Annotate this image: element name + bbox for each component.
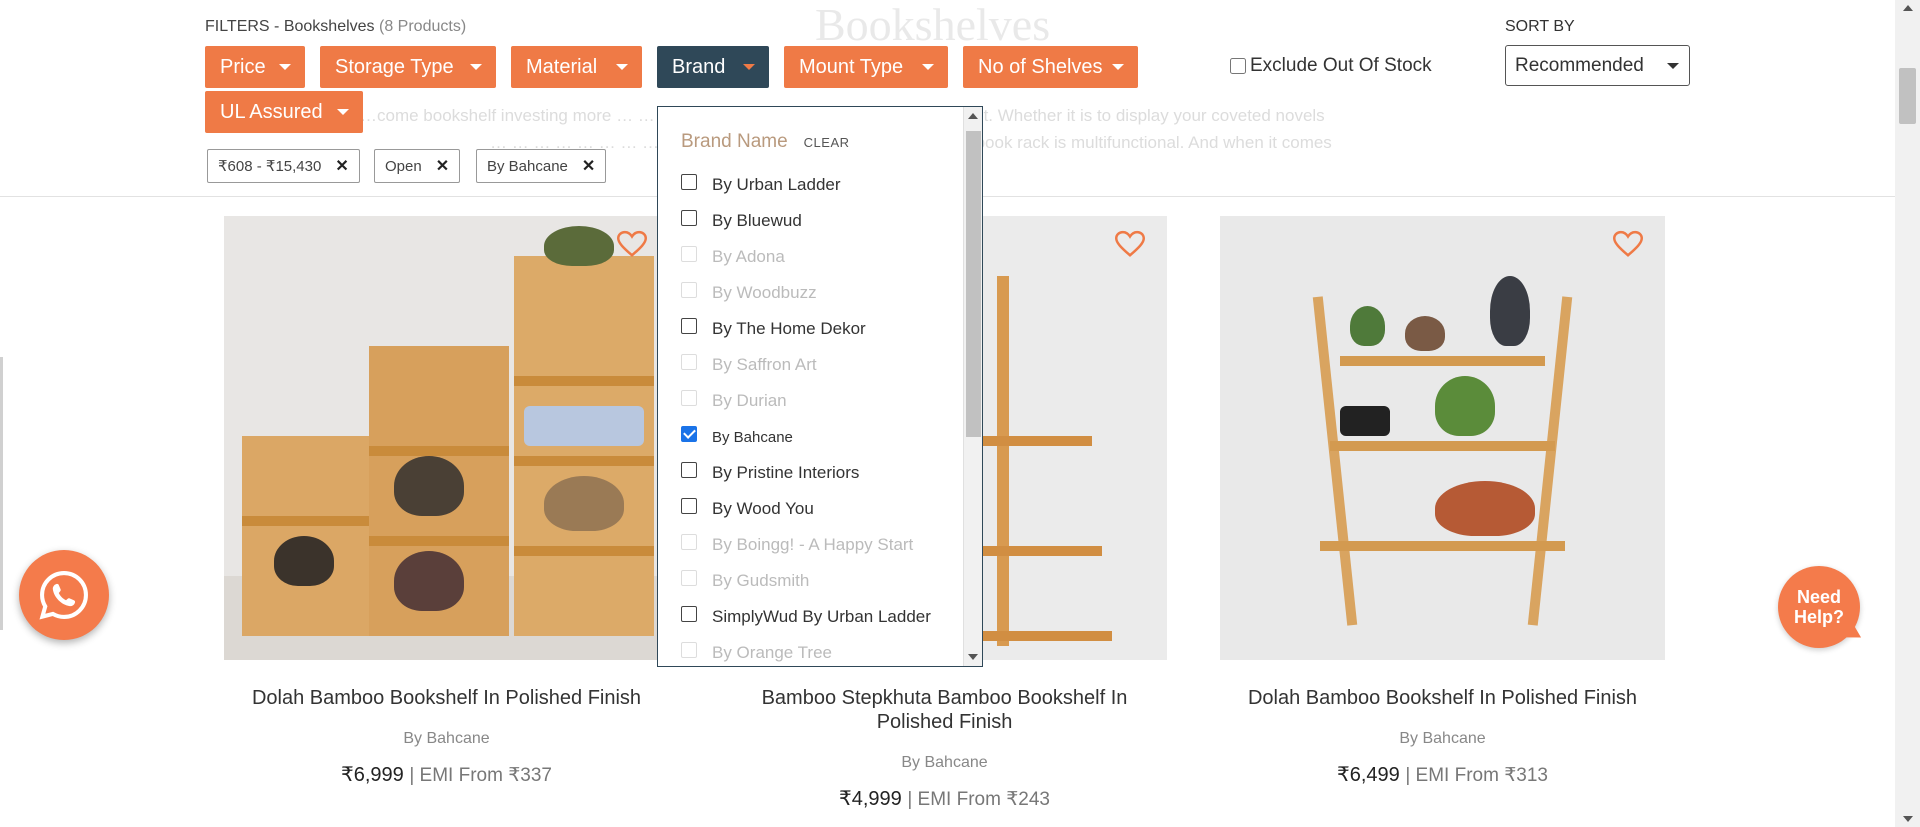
exclude-out-of-stock-checkbox[interactable]	[1230, 58, 1246, 74]
filter-mount-type-button[interactable]: Mount Type	[784, 46, 948, 88]
scroll-up-icon[interactable]	[968, 113, 978, 119]
product-count: (8 Products)	[379, 18, 467, 35]
checkbox	[681, 390, 697, 406]
checkbox[interactable]	[681, 210, 697, 226]
need-help-button[interactable]: Need Help?	[1778, 566, 1860, 648]
product-image[interactable]	[224, 216, 669, 660]
brand-option[interactable]: By Wood You	[681, 491, 951, 527]
product-brand: By Bahcane	[1399, 730, 1486, 747]
side-tab	[0, 357, 3, 630]
checkbox	[681, 246, 697, 262]
brand-option[interactable]: By The Home Dekor	[681, 311, 951, 347]
scroll-down-icon[interactable]	[1903, 816, 1913, 822]
filter-no-of-shelves-button[interactable]: No of Shelves	[963, 46, 1138, 88]
filter-ul-assured-button[interactable]: UL Assured	[205, 91, 363, 133]
brand-option[interactable]: By Bahcane	[681, 419, 951, 455]
product-card[interactable]: Dolah Bamboo Bookshelf In Polished Finis…	[224, 216, 669, 787]
product-brand: By Bahcane	[403, 730, 490, 747]
product-brand: By Bahcane	[901, 754, 988, 771]
close-icon[interactable]: ✕	[436, 156, 449, 176]
filter-brand-button[interactable]: Brand	[657, 46, 769, 88]
close-icon[interactable]: ✕	[335, 156, 348, 176]
scrollbar-thumb[interactable]	[1899, 68, 1916, 124]
brand-dropdown[interactable]: Brand Name CLEAR By Urban Ladder By Blue…	[657, 106, 983, 667]
brand-dropdown-header: Brand Name CLEAR	[681, 131, 850, 153]
filter-price-button[interactable]: Price	[205, 46, 305, 88]
brand-option: By Boingg! - A Happy Start	[681, 527, 951, 563]
applied-filter-chip[interactable]: By Bahcane ✕	[476, 149, 607, 183]
brand-option[interactable]: By Pristine Interiors	[681, 455, 951, 491]
scroll-up-icon[interactable]	[1903, 5, 1913, 11]
heart-icon[interactable]	[617, 230, 647, 258]
checkbox	[681, 282, 697, 298]
product-name[interactable]: Dolah Bamboo Bookshelf In Polished Finis…	[224, 686, 669, 710]
checkbox[interactable]	[681, 606, 697, 622]
checkbox	[681, 570, 697, 586]
exclude-out-of-stock[interactable]: Exclude Out Of Stock	[1230, 55, 1432, 77]
checkbox	[681, 354, 697, 370]
caret-down-icon	[616, 64, 628, 70]
page: Bookshelves …come bookshelf investing mo…	[0, 0, 1920, 827]
emi-text: | EMI From ₹337	[409, 765, 552, 786]
brand-option[interactable]: SimplyWud By Urban Ladder	[681, 599, 951, 635]
brand-option-list: By Urban Ladder By Bluewud By Adona By W…	[681, 167, 951, 662]
dropdown-scrollbar[interactable]	[963, 107, 982, 666]
brand-option: By Gudsmith	[681, 563, 951, 599]
product-price: ₹6,499 | EMI From ₹313	[1336, 764, 1548, 786]
heart-icon[interactable]	[1613, 230, 1643, 258]
checkbox	[681, 534, 697, 550]
caret-down-icon	[922, 64, 934, 70]
whatsapp-icon	[39, 571, 88, 620]
scroll-down-icon[interactable]	[968, 654, 978, 660]
sort-label: SORT BY	[1505, 18, 1575, 35]
checkbox[interactable]	[681, 462, 697, 478]
emi-text: | EMI From ₹313	[1405, 765, 1548, 786]
checkbox	[681, 642, 697, 658]
whatsapp-button[interactable]	[19, 550, 109, 640]
product-price: ₹4,999 | EMI From ₹243	[838, 788, 1050, 810]
brand-option: By Woodbuzz	[681, 275, 951, 311]
caret-down-icon	[1112, 64, 1124, 70]
product-price: ₹6,999 | EMI From ₹337	[340, 764, 552, 786]
caret-down-icon	[743, 64, 755, 70]
scrollbar-thumb[interactable]	[966, 131, 981, 437]
product-image[interactable]	[1220, 216, 1665, 660]
category-heading: Bookshelves	[815, 0, 1051, 50]
caret-down-icon	[337, 109, 349, 115]
checkbox[interactable]	[681, 498, 697, 514]
filter-material-button[interactable]: Material	[511, 46, 642, 88]
checkbox[interactable]	[681, 174, 697, 190]
brand-option: By Adona	[681, 239, 951, 275]
clear-button[interactable]: CLEAR	[804, 135, 850, 150]
caret-down-icon	[1667, 63, 1679, 69]
filter-storage-type-button[interactable]: Storage Type	[320, 46, 496, 88]
category-description: …come bookshelf investing more … … … … ……	[360, 106, 1332, 152]
filters-heading: FILTERS - Bookshelves (8 Products)	[205, 18, 467, 35]
brand-option[interactable]: By Urban Ladder	[681, 167, 951, 203]
checkbox[interactable]	[681, 318, 697, 334]
heart-icon[interactable]	[1115, 230, 1145, 258]
brand-option: By Durian	[681, 383, 951, 419]
caret-down-icon	[470, 64, 482, 70]
product-name[interactable]: Dolah Bamboo Bookshelf In Polished Finis…	[1220, 686, 1665, 710]
emi-text: | EMI From ₹243	[907, 789, 1050, 810]
close-icon[interactable]: ✕	[582, 156, 595, 176]
applied-filter-chip[interactable]: ₹608 - ₹15,430 ✕	[207, 149, 360, 183]
product-card[interactable]: Dolah Bamboo Bookshelf In Polished Finis…	[1220, 216, 1665, 787]
brand-option: By Orange Tree	[681, 635, 951, 662]
product-name[interactable]: Bamboo Stepkhuta Bamboo Bookshelf In Pol…	[722, 686, 1167, 734]
brand-option[interactable]: By Bluewud	[681, 203, 951, 239]
caret-down-icon	[279, 64, 291, 70]
brand-dropdown-title: Brand Name	[681, 131, 788, 152]
checkbox-checked[interactable]	[681, 426, 697, 442]
page-scrollbar[interactable]	[1895, 0, 1920, 827]
brand-option: By Saffron Art	[681, 347, 951, 383]
sort-select[interactable]: Recommended	[1505, 45, 1690, 86]
applied-filter-chip[interactable]: Open ✕	[374, 149, 461, 183]
